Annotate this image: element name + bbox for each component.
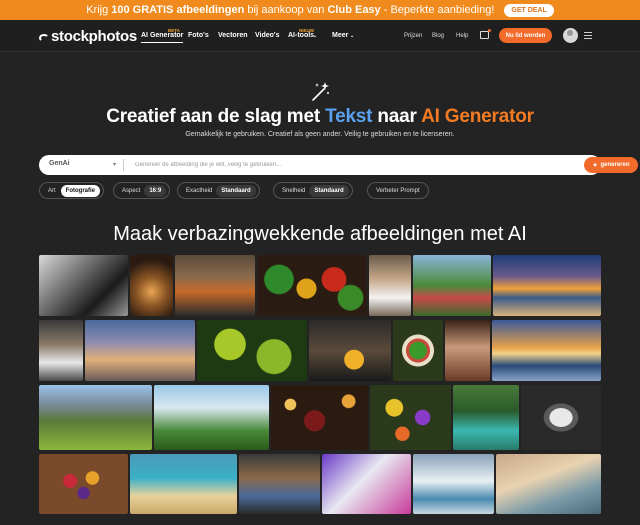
nav-ai-tools[interactable]: AI-tools (288, 32, 314, 39)
join-button[interactable]: Nu lid worden (499, 28, 552, 43)
beta-badge: BETA (168, 28, 180, 33)
accuracy-label: Exactheid (186, 187, 213, 194)
gallery-image-lab-scientist[interactable] (413, 454, 494, 514)
aspect-value: 16:9 (144, 184, 167, 197)
get-deal-button[interactable]: GET DEAL (504, 3, 554, 17)
improve-prompt-button[interactable]: Verbeter Prompt (367, 182, 429, 199)
gallery-image-whiskey-glass[interactable] (130, 255, 173, 316)
nav-help[interactable]: Help (456, 33, 468, 39)
gallery-image-mountain-valley[interactable] (39, 385, 152, 450)
magic-wand-icon (312, 82, 329, 101)
gallery-image-man-grilling[interactable] (154, 385, 269, 450)
gallery-image-wine-glass[interactable] (271, 385, 368, 450)
cart-icon[interactable] (480, 29, 491, 39)
gallery-image-green-leaves[interactable] (197, 320, 307, 381)
engine-select[interactable]: GenAi (49, 160, 70, 167)
promo-text: Krijg 100 GRATIS afbeeldingen bij aankoo… (86, 4, 495, 16)
chevron-down-icon: ⌄ (350, 33, 355, 39)
gallery-image-chef-kitchen[interactable] (39, 320, 83, 381)
menu-icon[interactable] (584, 32, 592, 39)
gallery-image-salad-bowl[interactable] (393, 320, 443, 381)
nav-ai-generator[interactable]: AI Generator (141, 32, 184, 43)
style-photography-option[interactable]: Fotografie (60, 184, 101, 197)
nav-videos[interactable]: Video's (255, 32, 280, 39)
generate-label: genereren (600, 162, 630, 168)
gallery-image-beach-coast[interactable] (496, 454, 601, 514)
nav-photos[interactable]: Foto's (188, 32, 209, 39)
accuracy-value: Standaard (216, 184, 256, 197)
improve-prompt-label: Verbeter Prompt (376, 187, 420, 194)
gallery-image-fruit-bowl[interactable] (39, 454, 128, 514)
gallery-image-beer-bar[interactable] (309, 320, 391, 381)
accuracy-select[interactable]: Exactheid Standaard (177, 182, 260, 199)
aspect-select[interactable]: Aspect 16:9 (113, 182, 171, 199)
gallery-image-sunset-beach[interactable] (493, 255, 601, 316)
chevron-down-icon[interactable]: ▾ (113, 161, 116, 168)
speed-select[interactable]: Snelheid Standaard (273, 182, 353, 199)
sparkle-icon: ✦ (592, 162, 598, 169)
gallery-image-ocean-sunset[interactable] (492, 320, 601, 381)
logo-icon (39, 34, 49, 42)
gallery-image-bw-plate[interactable] (521, 385, 601, 450)
gallery-image-lake-forest[interactable] (453, 385, 519, 450)
gallery-image-grill-skewers[interactable] (175, 255, 255, 316)
generate-button[interactable]: ✦ genereren (584, 157, 638, 173)
speed-label: Snelheid (282, 187, 306, 194)
page-title: Creatief aan de slag met Tekst naar AI G… (106, 106, 534, 127)
nav-blog[interactable]: Blog (432, 33, 444, 39)
gallery-image-woman-portrait[interactable] (445, 320, 490, 381)
prompt-search-bar: GenAi ▾ ✦ genereren (39, 155, 638, 175)
gallery-image-picnic-people[interactable] (413, 255, 491, 316)
chevron-down-icon: ⌄ (313, 33, 318, 39)
prompt-input[interactable] (135, 158, 555, 172)
gallery-image-man-barbecue[interactable] (239, 454, 320, 514)
gallery-image-woman-cafe[interactable] (369, 255, 411, 316)
gallery-image-beach-aerial[interactable] (130, 454, 237, 514)
top-navigation: stockphotos AI Generator BETA Foto's Vec… (0, 20, 640, 52)
new-badge: NIEUW (299, 28, 314, 33)
style-art-option[interactable]: Art (43, 185, 61, 197)
gallery-title: Maak verbazingwekkende afbeeldingen met … (113, 223, 527, 245)
gallery-image-sky-clouds[interactable] (85, 320, 195, 381)
divider (123, 159, 124, 171)
page-subtitle: Gemakkelijk te gebruiken. Creatief als g… (185, 131, 455, 138)
gallery-image-flowers[interactable] (370, 385, 451, 450)
style-toggle: Art Fotografie (39, 182, 105, 199)
gallery-image-man-smoking-bw[interactable] (39, 255, 128, 316)
speed-value: Standaard (309, 184, 349, 197)
nav-vectors[interactable]: Vectoren (218, 32, 248, 39)
logo[interactable]: stockphotos (39, 28, 137, 45)
nav-more[interactable]: Meer (332, 32, 348, 39)
avatar[interactable] (563, 28, 578, 43)
gallery-image-vegetables[interactable] (257, 255, 367, 316)
gallery-image-woman-lab[interactable] (322, 454, 411, 514)
promo-banner[interactable]: Krijg 100 GRATIS afbeeldingen bij aankoo… (0, 0, 640, 20)
nav-pricing[interactable]: Prijzen (404, 33, 422, 39)
aspect-label: Aspect (122, 187, 141, 194)
